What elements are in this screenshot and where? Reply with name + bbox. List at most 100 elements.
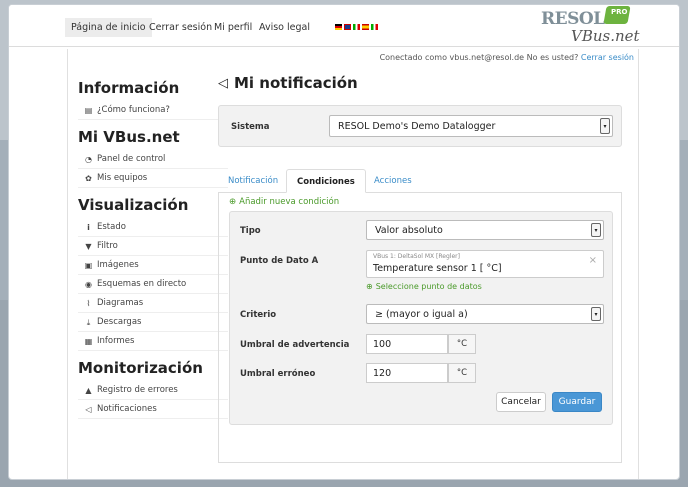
- error-unit: °C: [448, 363, 476, 383]
- flag-uk-icon[interactable]: [344, 24, 351, 30]
- sidebar-item-dashboard[interactable]: ◔ Panel de control: [78, 150, 228, 169]
- sidebar-item-label: Descargas: [97, 316, 142, 327]
- sidebar-item-devices[interactable]: ✿ Mis equipos: [78, 169, 228, 188]
- select-datapoint-link[interactable]: ⊕ Seleccione punto de datos: [366, 282, 482, 291]
- sidebar-item-label: Registro de errores: [97, 384, 178, 395]
- criterion-select[interactable]: ≥ (mayor o igual a) ▾: [366, 304, 604, 324]
- tab-notification[interactable]: Notificación: [218, 169, 288, 193]
- sidebar-item-label: Diagramas: [97, 297, 144, 308]
- close-icon[interactable]: ×: [589, 255, 597, 266]
- sidebar-item-how-it-works[interactable]: ▤ ¿Cómo funciona?: [78, 101, 228, 120]
- sidebar-item-reports[interactable]: ▦ Informes: [78, 332, 228, 351]
- datapoint-value: Temperature sensor 1 [ °C]: [373, 263, 502, 274]
- sidebar-item-notifications[interactable]: ◁ Notificaciones: [78, 400, 228, 419]
- sidebar-item-label: Filtro: [97, 240, 118, 251]
- system-panel: Sistema RESOL Demo's Demo Datalogger ▾: [218, 105, 622, 147]
- sidebar-item-label: Mis equipos: [97, 172, 148, 183]
- flag-de-icon[interactable]: [335, 24, 342, 30]
- tab-bar: Notificación Condiciones Acciones: [218, 169, 622, 193]
- section-title-visualization: Visualización: [78, 196, 189, 214]
- sidebar-item-diagrams[interactable]: ⌇ Diagramas: [78, 294, 228, 313]
- megaphone-icon: ◁: [85, 404, 92, 414]
- plus-circle-icon: ⊕: [366, 282, 373, 291]
- sidebar: Información ▤ ¿Cómo funciona? Mi VBus.ne…: [78, 71, 228, 419]
- chevron-down-icon: ▾: [600, 118, 610, 134]
- add-condition-label: Añadir nueva condición: [239, 197, 340, 207]
- flag-es-icon[interactable]: [362, 24, 369, 30]
- sidebar-item-live-schemes[interactable]: ◉ Esquemas en directo: [78, 275, 228, 294]
- book-icon: ▤: [84, 105, 93, 115]
- sidebar-item-images[interactable]: ▣ Imágenes: [78, 256, 228, 275]
- type-select[interactable]: Valor absoluto ▾: [366, 220, 604, 240]
- conditions-panel: ⊕ Añadir nueva condición Tipo Valor abso…: [218, 193, 622, 463]
- page-title-text: Mi notificación: [234, 74, 358, 92]
- type-select-value: Valor absoluto: [375, 224, 443, 236]
- cancel-button[interactable]: Cancelar: [496, 392, 546, 412]
- info-icon: i: [87, 222, 90, 232]
- warning-threshold-input[interactable]: 100: [366, 334, 448, 354]
- system-select-value: RESOL Demo's Demo Datalogger: [338, 120, 496, 132]
- system-label: Sistema: [231, 122, 270, 132]
- nav-logout-link[interactable]: Cerrar sesión: [149, 22, 212, 33]
- logo-brand: RESOL: [541, 9, 605, 29]
- image-icon: ▣: [84, 260, 93, 270]
- tab-actions[interactable]: Acciones: [364, 169, 422, 193]
- error-threshold-label: Umbral erróneo: [240, 369, 316, 379]
- logo-product: VBus.net: [571, 27, 640, 45]
- sidebar-item-label: Imágenes: [97, 259, 139, 270]
- type-label: Tipo: [240, 226, 261, 236]
- filter-icon: ▼: [85, 241, 92, 251]
- section-title-vbus: Mi VBus.net: [78, 128, 180, 146]
- sidebar-item-downloads[interactable]: ⤓ Descargas: [78, 313, 228, 332]
- system-select[interactable]: RESOL Demo's Demo Datalogger ▾: [329, 115, 613, 137]
- sidebar-item-label: Informes: [97, 335, 135, 346]
- connection-status: Conectado como vbus.net@resol.de No es u…: [380, 53, 634, 62]
- section-title-info: Información: [78, 79, 180, 97]
- save-button[interactable]: Guardar: [552, 392, 602, 412]
- warning-threshold-label: Umbral de advertencia: [240, 340, 350, 350]
- sidebar-item-label: Panel de control: [97, 153, 166, 164]
- flag-it2-icon[interactable]: [371, 24, 378, 30]
- flag-it-icon[interactable]: [353, 24, 360, 30]
- chevron-down-icon: ▾: [591, 223, 601, 237]
- warning-unit: °C: [448, 334, 476, 354]
- main-content: ◁ Mi notificación Sistema RESOL Demo's D…: [218, 71, 628, 463]
- eye-icon: ◉: [85, 279, 92, 289]
- chevron-down-icon: ▾: [591, 307, 601, 321]
- plus-circle-icon: ⊕: [229, 197, 237, 207]
- criterion-label: Criterio: [240, 310, 277, 320]
- download-icon: ⤓: [86, 317, 91, 327]
- gear-icon: ✿: [85, 173, 92, 183]
- content-frame: Conectado como vbus.net@resol.de No es u…: [67, 49, 639, 479]
- chart-icon: ⌇: [86, 298, 91, 308]
- dashboard-icon: ◔: [85, 154, 92, 164]
- select-datapoint-label: Seleccione punto de datos: [375, 282, 482, 291]
- sidebar-item-label: ¿Cómo funciona?: [97, 104, 170, 115]
- sidebar-item-filter[interactable]: ▼ Filtro: [78, 237, 228, 256]
- megaphone-icon: ◁: [218, 75, 228, 91]
- connection-text: Conectado como vbus.net@resol.de No es u…: [379, 53, 579, 62]
- language-flags: [335, 24, 378, 30]
- sidebar-item-status[interactable]: i Estado: [78, 218, 228, 237]
- condition-card: Tipo Valor absoluto ▾ Punto de Dato A VB…: [229, 211, 613, 425]
- datapoint-source: VBus 1: DeltaSol MX [Regler]: [373, 253, 460, 260]
- sidebar-item-label: Esquemas en directo: [97, 278, 187, 289]
- nav-legal-link[interactable]: Aviso legal: [259, 22, 310, 33]
- warning-icon: ▲: [85, 385, 92, 395]
- section-title-monitoring: Monitorización: [78, 359, 203, 377]
- nav-home-link[interactable]: Página de inicio: [65, 18, 152, 37]
- sidebar-item-label: Notificaciones: [97, 403, 157, 414]
- add-condition-link[interactable]: ⊕ Añadir nueva condición: [229, 197, 339, 207]
- datapoint-label: Punto de Dato A: [240, 256, 319, 266]
- top-navigation: Página de inicio Cerrar sesión Mi perfil…: [9, 5, 679, 47]
- sidebar-item-error-log[interactable]: ▲ Registro de errores: [78, 381, 228, 400]
- nav-profile-link[interactable]: Mi perfil: [214, 22, 252, 33]
- error-threshold-input[interactable]: 120: [366, 363, 448, 383]
- logout-link[interactable]: Cerrar sesión: [581, 53, 634, 62]
- criterion-select-value: ≥ (mayor o igual a): [375, 308, 468, 320]
- page-title: ◁ Mi notificación: [218, 71, 628, 95]
- datapoint-field[interactable]: VBus 1: DeltaSol MX [Regler] Temperature…: [366, 250, 604, 278]
- resol-vbus-logo: RESOL PRO VBus.net: [541, 6, 661, 47]
- tab-conditions[interactable]: Condiciones: [286, 169, 366, 193]
- sidebar-item-label: Estado: [97, 221, 126, 232]
